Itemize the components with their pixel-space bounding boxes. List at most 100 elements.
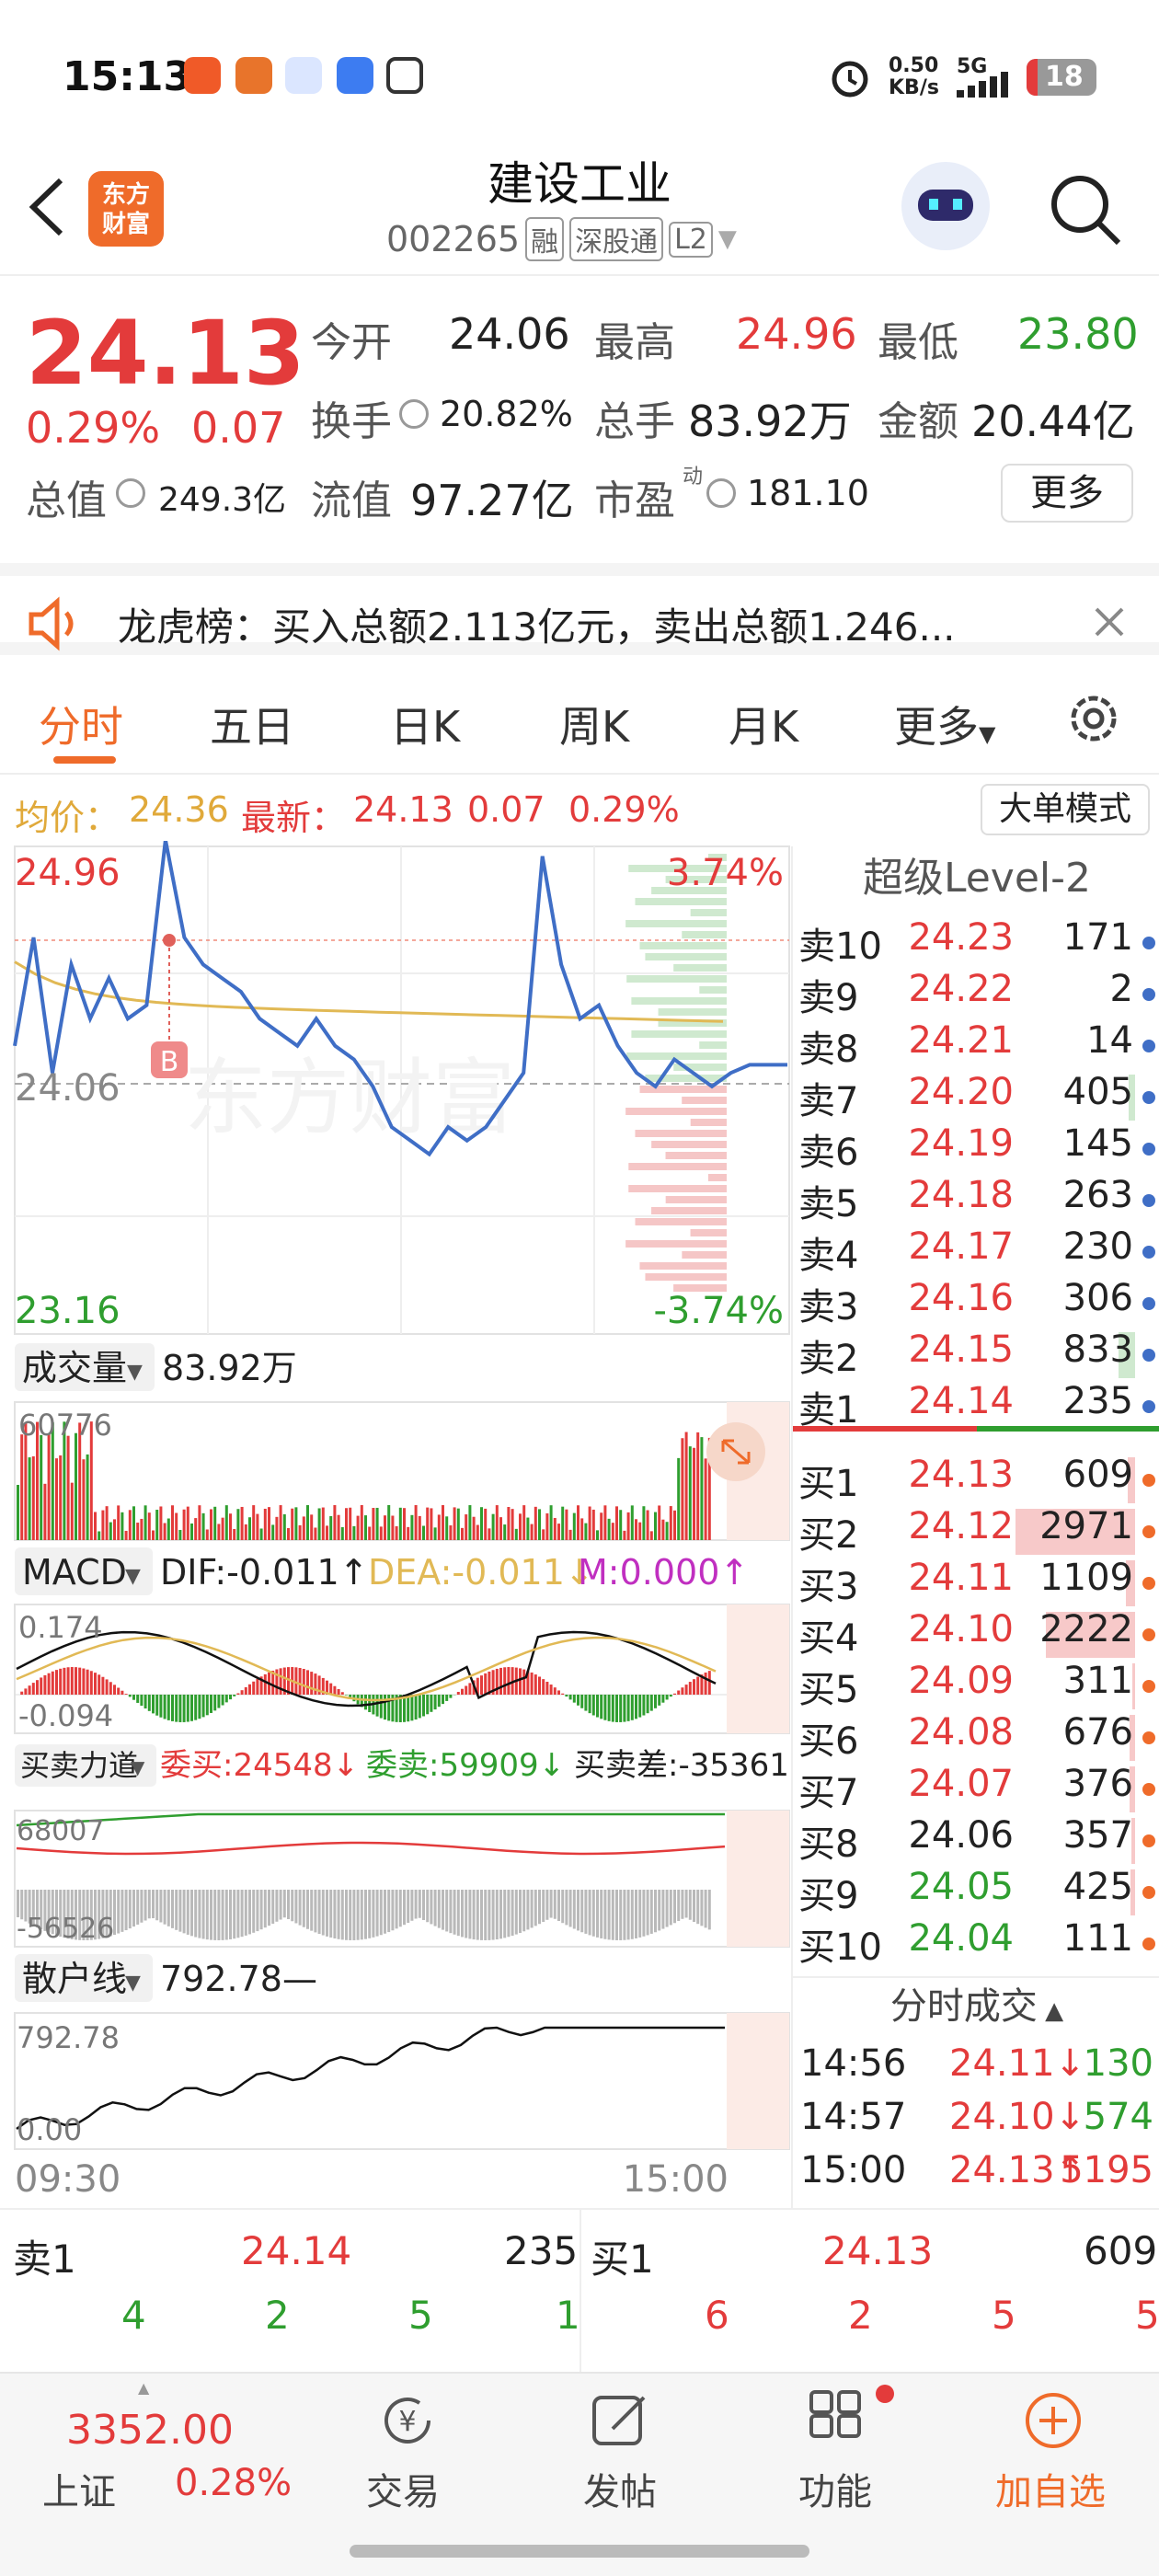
tab-monthly-k[interactable]: 月K — [729, 694, 798, 754]
ask-row[interactable]: 卖2 24.15 833 — [793, 1328, 1159, 1380]
order-dot-icon — [1142, 1886, 1155, 1899]
entrust-buy: 委买:24548↓ — [160, 1747, 359, 1784]
bid-row[interactable]: 买6 24.08 676 — [793, 1711, 1159, 1763]
index-value[interactable]: 3352.00 — [66, 2407, 234, 2454]
order-dot-icon — [1142, 1577, 1155, 1590]
app-notification-icon — [386, 57, 423, 94]
ask-row[interactable]: 卖5 24.18 263 — [793, 1174, 1159, 1225]
latest-label: 最新： — [241, 798, 347, 838]
ask-volume: 2 — [1109, 968, 1133, 1010]
trade-price: 24.11↓ — [949, 2042, 1086, 2085]
info-icon[interactable] — [706, 478, 736, 508]
latest-percent: 0.29% — [568, 789, 680, 830]
order-dot-icon — [1142, 1143, 1155, 1156]
alarm-icon — [832, 61, 868, 98]
ask-row[interactable]: 卖3 24.16 306 — [793, 1277, 1159, 1328]
tab-daily-k[interactable]: 日K — [390, 694, 460, 754]
app-notification-icon — [285, 57, 322, 94]
force-selector[interactable]: 买卖力道 ▼ — [15, 1744, 156, 1787]
trade-ticks-header[interactable]: 分时成交 ▲ — [793, 1976, 1159, 2033]
tab-five-day[interactable]: 五日 — [210, 694, 294, 754]
net-speed-unit: KB/s — [889, 76, 939, 99]
close-icon[interactable] — [1091, 604, 1128, 640]
amount-label: 金额 — [878, 398, 958, 445]
ask-row[interactable]: 卖10 24.23 171 — [793, 916, 1159, 968]
ask-price: 24.15 — [908, 1328, 1014, 1371]
ask-row[interactable]: 卖9 24.22 2 — [793, 968, 1159, 1019]
trade-icon: ¥ — [384, 2398, 430, 2444]
svg-text:买卖力道: 买卖力道 — [20, 1748, 138, 1783]
pct-high-label: 3.74% — [667, 852, 784, 894]
ask-row[interactable]: 卖7 24.20 405 — [793, 1071, 1159, 1122]
volume-value: 83.92万 — [688, 397, 852, 446]
ask-row[interactable]: 卖6 24.19 145 — [793, 1122, 1159, 1174]
low-label: 最低 — [878, 319, 958, 366]
nav-add-watchlist[interactable]: 加自选 — [958, 2374, 1142, 2558]
bid-price: 24.12 — [908, 1505, 1014, 1547]
svg-text:¥: ¥ — [398, 2406, 416, 2438]
retail-selector[interactable]: 散户线 ▼ — [15, 1954, 153, 2002]
bid-row[interactable]: 买3 24.11 1109 — [793, 1557, 1159, 1608]
ask-row[interactable]: 卖1 24.14 235 — [793, 1380, 1159, 1432]
bid-row[interactable]: 买7 24.07 376 — [793, 1763, 1159, 1814]
info-icon[interactable] — [399, 399, 429, 429]
ask-volume: 145 — [1062, 1122, 1133, 1165]
trade-row: 14:56 24.11↓ 130 — [793, 2042, 1159, 2096]
bid-volume: 2971 — [1039, 1505, 1133, 1547]
ask-row[interactable]: 卖8 24.21 14 — [793, 1019, 1159, 1071]
turnover-label: 换手 — [311, 398, 392, 445]
order-dot-icon — [1142, 1680, 1155, 1693]
ask-tick: 5 — [408, 2293, 433, 2338]
volume-selector[interactable]: 成交量 ▼ — [15, 1343, 155, 1391]
nav-trade[interactable]: ¥ 交易 — [311, 2374, 495, 2558]
search-icon[interactable] — [1045, 169, 1124, 248]
bid-row[interactable]: 买10 24.04 111 — [793, 1917, 1159, 1969]
more-button[interactable]: 更多 — [1001, 464, 1133, 523]
bid-level: 买5 — [798, 1669, 859, 1711]
robot-avatar[interactable] — [901, 162, 990, 250]
ask-row[interactable]: 卖4 24.17 230 — [793, 1225, 1159, 1277]
status-time: 15:13 — [63, 53, 192, 100]
nav-post[interactable]: 发帖 — [528, 2374, 712, 2558]
tab-weekly-k[interactable]: 周K — [559, 694, 629, 754]
macd-selector[interactable]: MACD ▼ — [15, 1547, 153, 1595]
macd-dea: DEA:-0.011↓ — [368, 1552, 594, 1593]
bid-row[interactable]: 买4 24.10 2222 — [793, 1608, 1159, 1660]
bid-row[interactable]: 买8 24.06 357 — [793, 1814, 1159, 1866]
ask1-price: 24.14 — [241, 2228, 352, 2273]
ask-volume: 14 — [1086, 1019, 1133, 1062]
tab-intraday[interactable]: 分时 — [39, 694, 123, 754]
bid-price: 24.11 — [908, 1557, 1014, 1599]
y-open-label: 24.06 — [15, 1067, 120, 1110]
bid-row[interactable]: 买1 24.13 609 — [793, 1454, 1159, 1505]
bid-row[interactable]: 买2 24.12 2971 — [793, 1505, 1159, 1557]
signal-icon — [957, 72, 1008, 98]
info-icon[interactable] — [116, 478, 145, 508]
open-value: 24.06 — [449, 309, 570, 359]
force-bottom-label: -56526 — [17, 1913, 114, 1945]
big-order-mode-button[interactable]: 大单模式 — [981, 784, 1150, 835]
ask-volume: 235 — [1062, 1380, 1133, 1422]
dropdown-arrow-icon[interactable]: ▼ — [718, 225, 737, 253]
svg-text:MACD: MACD — [22, 1552, 127, 1593]
buy-sell-diff: 买卖差:-35361↑ — [574, 1747, 791, 1784]
bid-volume: 311 — [1062, 1660, 1133, 1702]
bid-level: 买9 — [798, 1875, 859, 1917]
notice-bar[interactable]: 龙虎榜：买入总额2.113亿元，卖出总额1.246... — [0, 563, 1159, 655]
expand-arrow-icon[interactable]: ▲ — [138, 2379, 156, 2397]
trade-volume: 130 — [1083, 2042, 1153, 2085]
bid-tick: 5 — [992, 2293, 1016, 2338]
ask-price: 24.22 — [908, 968, 1014, 1010]
bid-row[interactable]: 买5 24.09 311 — [793, 1660, 1159, 1711]
settings-icon[interactable] — [1063, 688, 1124, 749]
bid-row[interactable]: 买9 24.05 425 — [793, 1866, 1159, 1917]
bid-price: 24.05 — [908, 1866, 1014, 1908]
tab-more[interactable]: 更多▼ — [894, 694, 995, 754]
retail-line — [16, 2026, 725, 2131]
macd-bottom-label: -0.094 — [18, 1698, 113, 1733]
nav-functions[interactable]: 功能 — [743, 2374, 927, 2558]
book-divider — [793, 1426, 1159, 1432]
intraday-chart[interactable]: 东方财富 B 24.96 24.06 23.16 3.74% -3.74% 成交… — [0, 841, 791, 2212]
volume-profile — [625, 854, 727, 1292]
dropdown-arrow-icon: ▼ — [131, 1756, 145, 1778]
